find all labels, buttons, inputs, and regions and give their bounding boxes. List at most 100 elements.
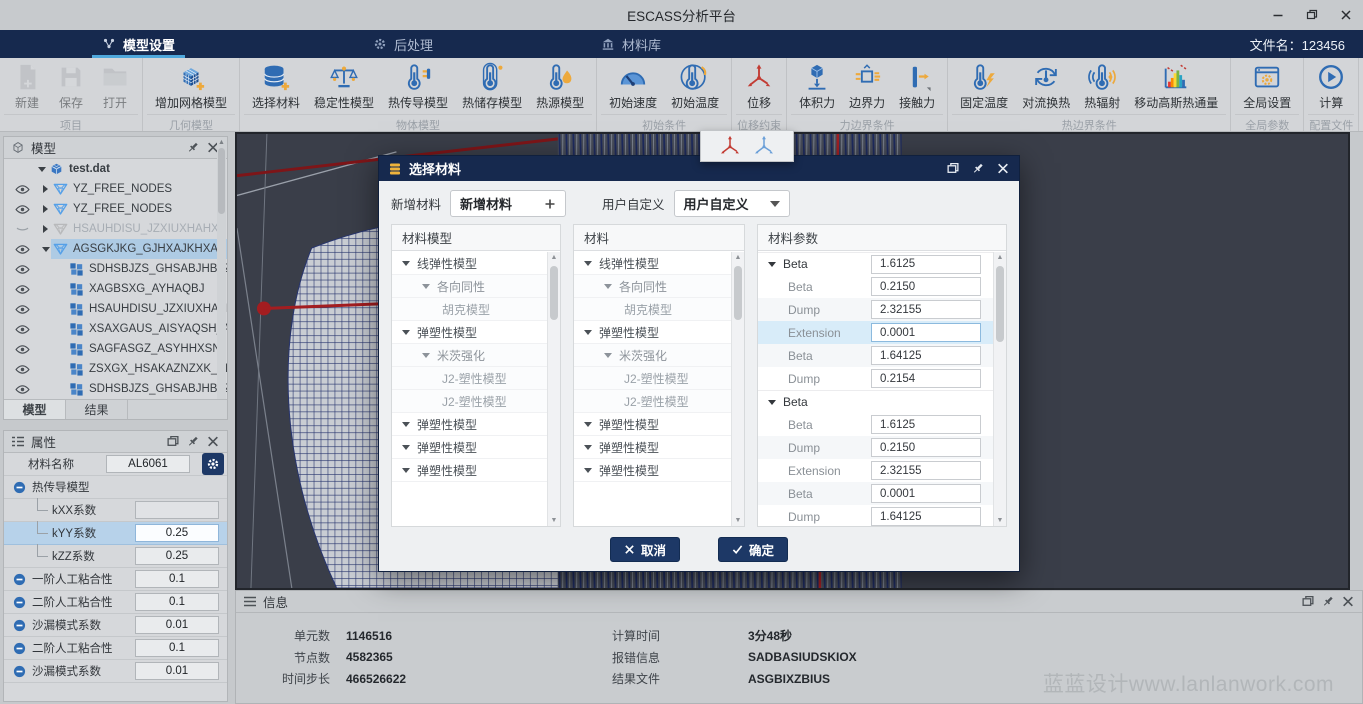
parameter-row[interactable]: Dump2.32155 [758,298,993,321]
material-item[interactable]: 线弹性模型 [574,252,731,275]
property-row[interactable]: 一阶人工粘合性0.1 [4,568,227,591]
material-model-item[interactable]: 线弹性模型 [392,252,547,275]
toolbar-body-force-button[interactable]: 体积力 [792,61,842,112]
caret-right-icon[interactable] [40,185,51,193]
scroll-up-button[interactable]: ▲ [994,252,1006,263]
material-model-item[interactable]: 弹塑性模型 [392,459,547,482]
material-item[interactable]: J2-塑性模型 [574,367,731,390]
property-row[interactable]: 沙漏模式系数0.01 [4,614,227,637]
material-item[interactable]: 胡克模型 [574,298,731,321]
user-custom-select[interactable]: 用户自定义 [674,190,790,217]
scrollbar-thumb[interactable] [996,266,1004,342]
pin-icon[interactable] [971,162,985,175]
pin-icon[interactable] [186,435,200,448]
scrollbar[interactable]: ▲ ▼ [731,252,744,526]
property-row[interactable]: kXX系数 [4,499,227,522]
parameter-row[interactable]: Dump1.64125 [758,505,993,526]
scrollbar-thumb[interactable] [550,266,558,320]
collapse-icon[interactable] [13,642,26,655]
toolbar-convection-button[interactable]: 对流换热 [1015,61,1077,112]
parameter-input[interactable]: 0.2150 [871,277,981,296]
material-model-item[interactable]: 米茨强化 [392,344,547,367]
property-input[interactable]: AL6061 [106,455,190,473]
tree-item[interactable]: XSAXGAUS_AISYAQSH_ASHX [4,319,227,339]
displacement-axis-red-button[interactable] [718,134,742,158]
property-row[interactable]: 热传导模型 [4,476,227,499]
parameter-input[interactable]: 2.32155 [871,300,981,319]
parameter-row[interactable]: Extension0.0001 [758,321,993,344]
ok-button[interactable]: 确定 [718,537,788,562]
toolbar-open-folder-button[interactable]: 打开 [93,61,137,112]
eye-open-icon[interactable] [15,284,30,295]
tree-item[interactable]: HSAUHDISU_JZXIUXHAHX [4,299,227,319]
tree-item[interactable]: test.dat [4,159,227,179]
material-item[interactable]: 弹塑性模型 [574,459,731,482]
parameter-input[interactable]: 0.0001 [871,323,981,342]
restore-icon[interactable] [1301,595,1315,608]
material-settings-button[interactable] [202,453,224,475]
tree-scrollbar[interactable]: ▲ ▼ [217,138,226,418]
parameter-input[interactable]: 1.6125 [871,415,981,434]
material-model-item[interactable]: 各向同性 [392,275,547,298]
parameter-row[interactable]: Beta0.0001 [758,482,993,505]
eye-open-icon[interactable] [15,264,30,275]
toolbar-displacement-button[interactable]: 位移 [737,61,781,112]
close-icon[interactable] [996,162,1010,175]
caret-right-icon[interactable] [40,225,51,233]
parameter-row[interactable]: Beta1.64125 [758,344,993,367]
property-input[interactable] [135,501,219,519]
scroll-down-button[interactable]: ▼ [732,515,744,526]
property-row[interactable]: 材料名称AL6061 [4,453,227,476]
property-row[interactable]: 沙漏模式系数0.01 [4,660,227,683]
cancel-button[interactable]: 取消 [610,537,680,562]
toolbar-boundary-force-button[interactable]: 边界力 [842,61,892,112]
scroll-down-button[interactable]: ▼ [548,515,560,526]
eye-open-icon[interactable] [15,184,30,195]
tree-item[interactable]: SDHSBJZS_GHSABJHB_ZAHU [4,259,227,279]
property-input[interactable]: 0.1 [135,570,219,588]
material-model-item[interactable]: 弹塑性模型 [392,321,547,344]
tab-postprocess[interactable]: 后处理 [359,30,447,58]
parameter-row[interactable]: Beta1.6125 [758,413,993,436]
tree-item[interactable]: SDHSBJZS_GHSABJHB_ZAHU [4,379,227,399]
toolbar-radiation-button[interactable]: 热辐射 [1077,61,1127,112]
tree-item[interactable]: SAGFASGZ_ASYHHXSN [4,339,227,359]
eye-open-icon[interactable] [15,304,30,315]
material-model-item[interactable]: 弹塑性模型 [392,436,547,459]
property-input[interactable]: 0.01 [135,662,219,680]
window-close-button[interactable] [1329,0,1363,30]
parameter-input[interactable]: 0.2154 [871,369,981,388]
property-input[interactable]: 0.25 [135,547,219,565]
close-icon[interactable] [206,435,220,448]
toolbar-contact-force-button[interactable]: 接触力 [892,61,942,112]
property-input[interactable]: 0.01 [135,616,219,634]
window-minimize-button[interactable] [1261,0,1295,30]
eye-open-icon[interactable] [15,364,30,375]
plus-icon[interactable] [544,198,556,210]
toolbar-save-button[interactable]: 保存 [49,61,93,112]
restore-icon[interactable] [946,162,960,175]
parameter-input[interactable]: 0.2150 [871,438,981,457]
tree-item[interactable]: YZ_FREE_NODES [4,179,227,199]
collapse-icon[interactable] [13,619,26,632]
displacement-axis-blue-button[interactable] [752,134,776,158]
eye-closed-icon[interactable] [15,224,30,235]
parameter-row[interactable]: Dump0.2154 [758,367,993,390]
toolbar-global-settings-button[interactable]: 全局设置 [1236,61,1298,112]
collapse-icon[interactable] [13,481,26,494]
tree-item[interactable]: HSAUHDISU_JZXIUXHAHX [4,219,227,239]
material-item[interactable]: 弹塑性模型 [574,413,731,436]
property-input[interactable]: 0.1 [135,639,219,657]
toolbar-compute-button[interactable]: 计算 [1309,61,1353,112]
material-item[interactable]: 各向同性 [574,275,731,298]
parameter-input[interactable]: 1.6125 [871,255,981,274]
property-row[interactable]: kZZ系数0.25 [4,545,227,568]
tree-item[interactable]: AGSGKJKG_GJHXAJKHXA [4,239,227,259]
caret-down-icon[interactable] [36,167,47,172]
toolbar-gauss-heat-flux-button[interactable]: 移动高斯热通量 [1127,61,1225,112]
tab-material-library[interactable]: 材料库 [587,30,675,58]
caret-down-icon[interactable] [40,247,51,252]
parameter-row[interactable]: Beta [758,390,993,413]
material-item[interactable]: 米茨强化 [574,344,731,367]
scrollbar[interactable]: ▲ ▼ [993,252,1006,526]
